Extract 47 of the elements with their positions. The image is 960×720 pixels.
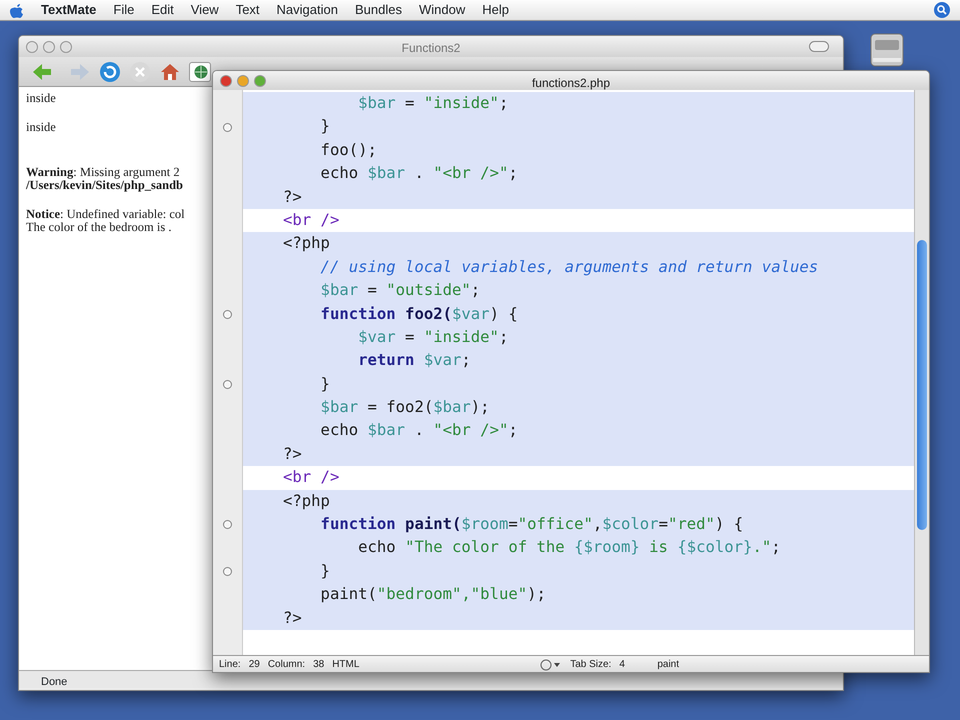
apple-icon[interactable] [10, 2, 24, 18]
hard-drive-icon[interactable] [868, 32, 906, 68]
close-button[interactable] [26, 40, 38, 52]
code-line: <br /> [282, 467, 340, 488]
file-path: /Users/kevin/Sites/php_sandb [26, 179, 183, 192]
error-message: Warning: Missing argument 2 [26, 166, 180, 179]
window-title: Functions2 [402, 41, 460, 55]
line-number: 29 [248, 658, 260, 672]
close-button[interactable] [220, 74, 232, 86]
menu-item[interactable]: File [113, 0, 134, 20]
zoom-button[interactable] [254, 74, 266, 86]
status-text: Done [41, 676, 68, 688]
scroll-thumb[interactable] [917, 240, 927, 530]
menu-item[interactable]: Window [418, 0, 466, 20]
page-text: inside [26, 121, 56, 134]
status-label: Column: [268, 658, 306, 672]
minimize-button[interactable] [237, 74, 249, 86]
search-icon[interactable] [934, 2, 950, 18]
app-menu[interactable]: TextMate [41, 0, 96, 20]
toolbar-toggle-button[interactable] [809, 41, 829, 52]
menu-item[interactable]: Navigation [276, 0, 338, 20]
reload-icon[interactable] [99, 60, 121, 82]
menu-item[interactable]: Bundles [354, 0, 402, 20]
code-line: <br /> [282, 210, 340, 231]
minimize-button[interactable] [43, 40, 55, 52]
page-text: inside [26, 92, 56, 105]
fold-marker[interactable] [223, 122, 232, 132]
status-label: Tab Size: [570, 658, 612, 672]
symbol-selector[interactable]: paint [657, 657, 680, 672]
zoom-button[interactable] [60, 40, 72, 52]
menu-item[interactable]: View [190, 0, 219, 20]
fold-marker[interactable] [223, 380, 232, 389]
page-text: The color of the bedroom is . [26, 221, 172, 234]
status-label: Line: [219, 658, 241, 672]
window-title: functions2.php [532, 76, 610, 90]
menu-item[interactable]: Help [482, 0, 509, 20]
menu-item[interactable]: Edit [151, 0, 174, 20]
fold-marker[interactable] [223, 567, 232, 576]
globe-icon [194, 64, 208, 78]
error-message: Notice: Undefined variable: col [26, 208, 185, 221]
column-number: 38 [313, 658, 324, 672]
fold-marker[interactable] [223, 310, 232, 319]
menu-item[interactable]: Text [236, 0, 260, 20]
language-selector[interactable]: HTML [332, 657, 532, 672]
address-field[interactable] [189, 62, 211, 82]
fold-marker[interactable] [223, 520, 232, 530]
tab-size-selector[interactable]: 4 [619, 657, 650, 672]
